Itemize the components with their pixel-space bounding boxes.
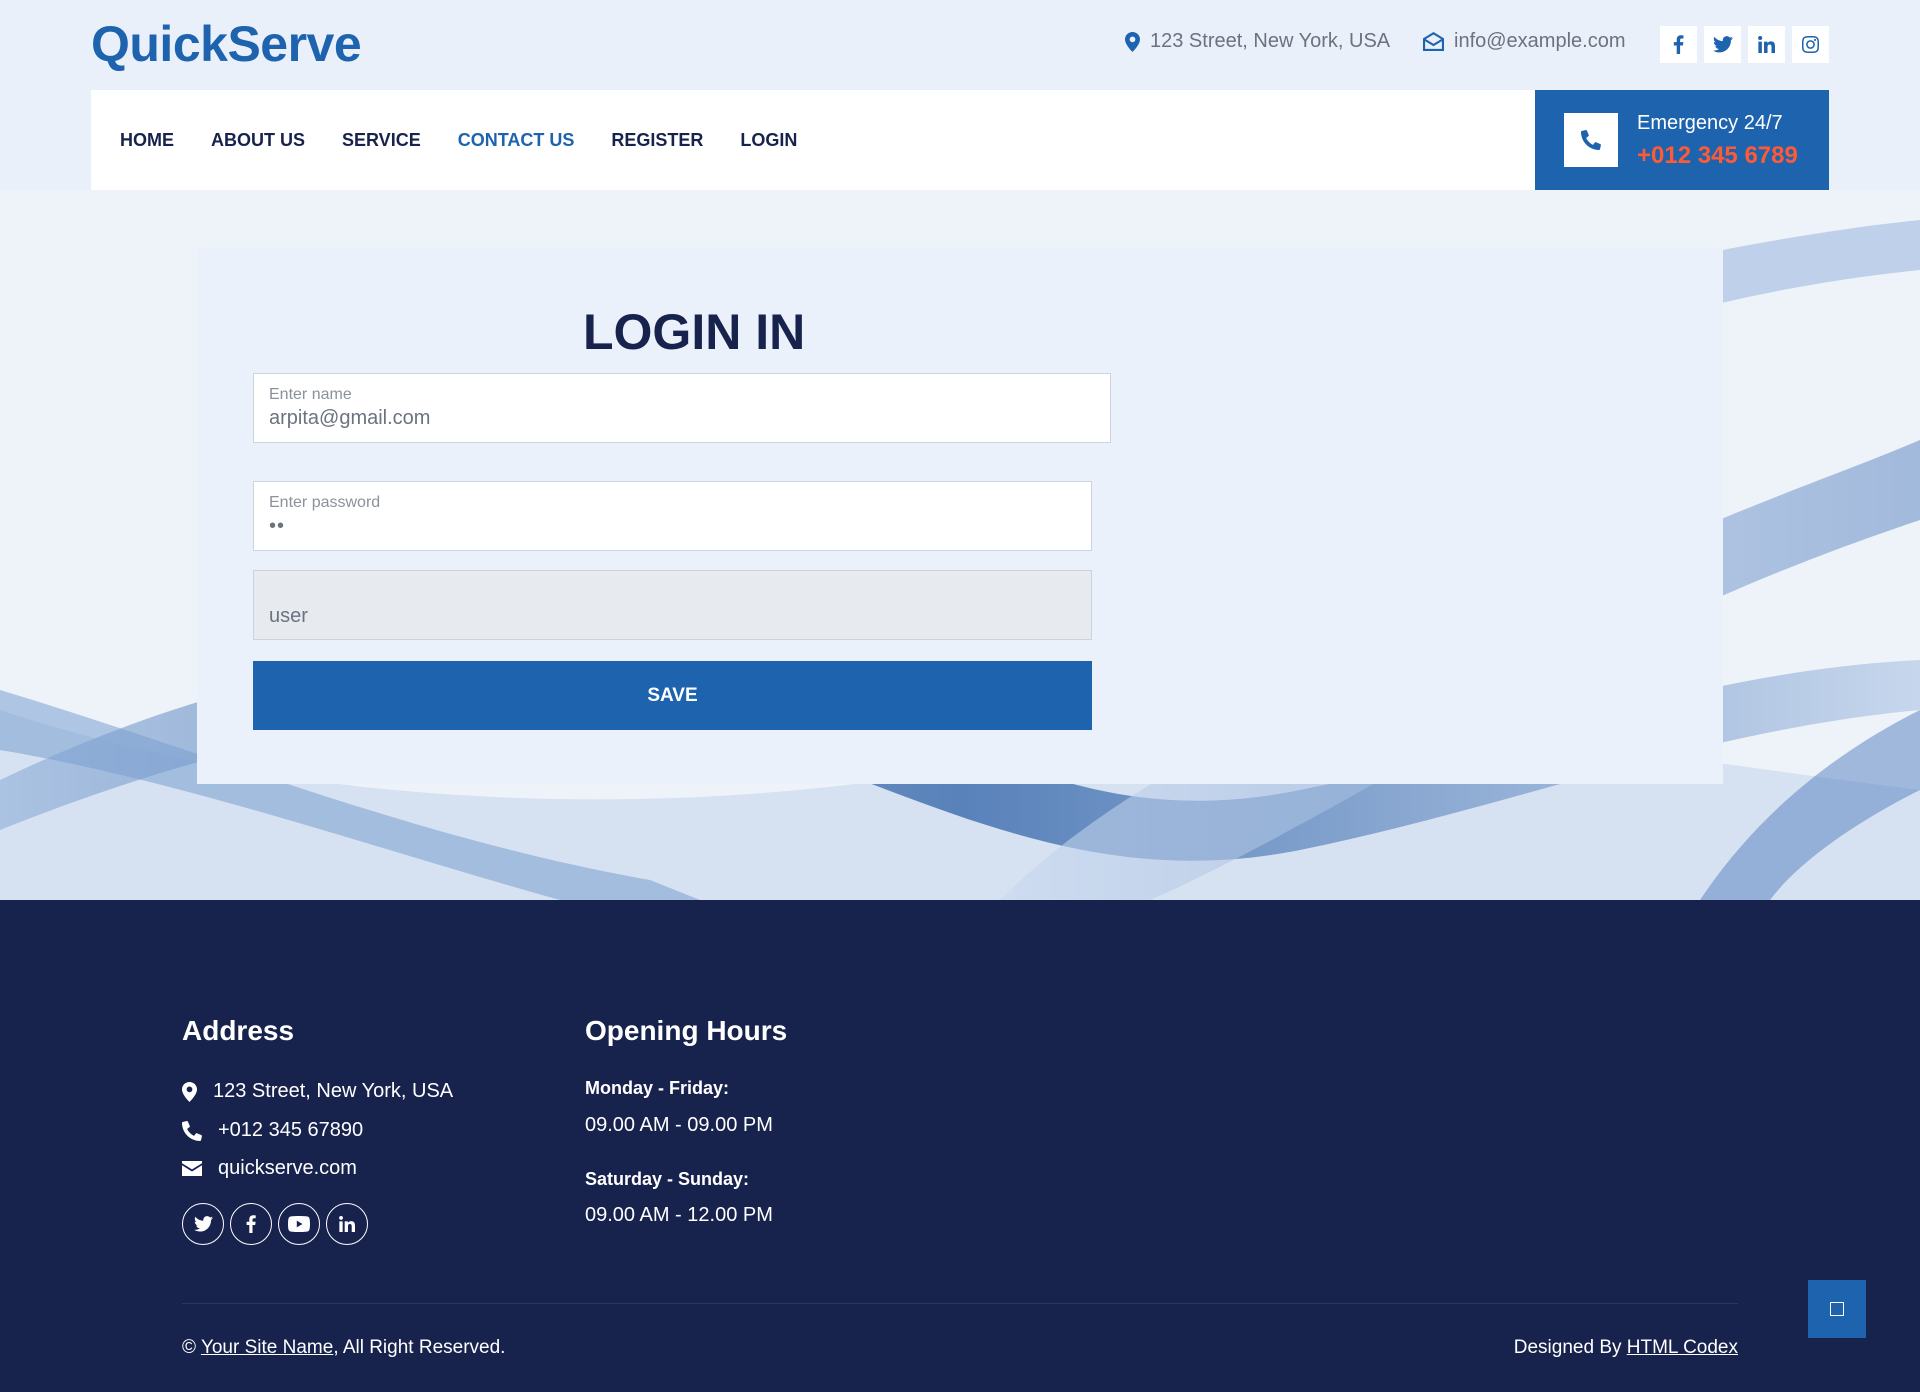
facebook-icon[interactable] (230, 1203, 272, 1245)
password-input[interactable]: •• (269, 515, 1076, 538)
top-email: info@example.com (1423, 30, 1625, 53)
login-card: LOGIN IN Enter name Enter password •• SA… (197, 247, 1723, 784)
twitter-icon[interactable] (1704, 26, 1741, 63)
save-button[interactable]: SAVE (253, 661, 1092, 730)
designer-link[interactable]: HTML Codex (1627, 1337, 1738, 1358)
footer-phone-text[interactable]: +012 345 67890 (218, 1119, 363, 1142)
nav-home[interactable]: HOME (120, 130, 174, 151)
emergency-phone[interactable]: +012 345 6789 (1637, 142, 1798, 170)
footer-address: 123 Street, New York, USA (182, 1080, 453, 1103)
brand-logo[interactable]: QuickServe (91, 14, 362, 74)
top-bar: QuickServe 123 Street, New York, USA inf… (0, 0, 1920, 90)
nav-contact-us[interactable]: CONTACT US (458, 130, 575, 151)
password-field-label: Enter password (269, 494, 381, 511)
copyright: © Your Site Name, All Right Reserved. (182, 1337, 505, 1359)
map-pin-icon (182, 1081, 197, 1102)
password-field[interactable]: Enter password •• (253, 481, 1092, 551)
envelope-icon (182, 1161, 202, 1176)
site-footer: Address 123 Street, New York, USA +012 3… (0, 900, 1920, 1392)
name-input[interactable] (269, 407, 1095, 430)
opening-hours-title: Opening Hours (585, 1015, 788, 1046)
linkedin-icon[interactable] (1748, 26, 1785, 63)
top-email-text[interactable]: info@example.com (1454, 30, 1625, 53)
role-input[interactable] (269, 605, 1076, 628)
role-field[interactable] (253, 570, 1092, 640)
linkedin-icon[interactable] (326, 1203, 368, 1245)
footer-divider (182, 1303, 1738, 1304)
emergency-contact: Emergency 24/7 +012 345 6789 (1535, 90, 1829, 190)
phone-icon (182, 1120, 202, 1141)
weekend-hours: 09.00 AM - 12.00 PM (585, 1204, 773, 1226)
login-title: LOGIN IN (583, 304, 806, 360)
top-address-text: 123 Street, New York, USA (1150, 30, 1391, 52)
footer-website: quickserve.com (182, 1157, 357, 1180)
phone-icon-box (1564, 113, 1618, 167)
nav-links: HOME ABOUT US SERVICE CONTACT US REGISTE… (120, 90, 797, 190)
nav-login[interactable]: LOGIN (740, 130, 797, 151)
designed-by-prefix: Designed By (1513, 1337, 1622, 1358)
nav-about-us[interactable]: ABOUT US (211, 130, 305, 151)
weekday-hours: 09.00 AM - 09.00 PM (585, 1114, 773, 1136)
emergency-label: Emergency 24/7 (1637, 112, 1783, 134)
footer-phone: +012 345 67890 (182, 1119, 363, 1142)
copyright-suffix: , All Right Reserved. (333, 1337, 506, 1358)
footer-website-text[interactable]: quickserve.com (218, 1157, 357, 1180)
name-field[interactable]: Enter name (253, 373, 1111, 443)
youtube-icon[interactable] (278, 1203, 320, 1245)
back-to-top-button[interactable] (1808, 1280, 1866, 1338)
twitter-icon[interactable] (182, 1203, 224, 1245)
footer-address-text: 123 Street, New York, USA (213, 1080, 454, 1102)
facebook-icon[interactable] (1660, 26, 1697, 63)
nav-register[interactable]: REGISTER (611, 130, 703, 151)
envelope-open-icon (1423, 32, 1444, 51)
map-pin-icon (1125, 31, 1140, 52)
weekday-label: Monday - Friday: (585, 1078, 730, 1098)
arrow-up-icon (1830, 1302, 1844, 1316)
main-navbar: HOME ABOUT US SERVICE CONTACT US REGISTE… (91, 90, 1536, 190)
site-name-link[interactable]: Your Site Name (201, 1337, 333, 1358)
login-hero: LOGIN IN Enter name Enter password •• SA… (0, 190, 1920, 900)
designed-by: Designed By HTML Codex (1514, 1337, 1738, 1359)
instagram-icon[interactable] (1792, 26, 1829, 63)
name-field-label: Enter name (269, 386, 352, 403)
address-title: Address (182, 1015, 295, 1046)
weekend-label: Saturday - Sunday: (585, 1169, 750, 1189)
top-social-links (1660, 26, 1829, 63)
copyright-symbol: © (182, 1337, 196, 1358)
nav-service[interactable]: SERVICE (342, 130, 421, 151)
phone-icon (1581, 130, 1601, 150)
top-address: 123 Street, New York, USA (1125, 30, 1390, 53)
footer-social-links (182, 1203, 368, 1245)
